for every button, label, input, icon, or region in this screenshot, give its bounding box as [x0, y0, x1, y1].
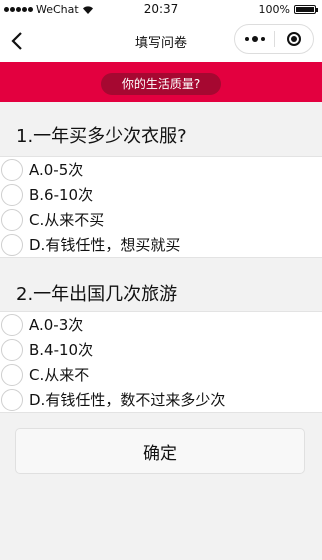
battery-icon: [294, 5, 318, 14]
close-button[interactable]: [275, 32, 313, 46]
option-q2-c[interactable]: C.从来不: [0, 362, 322, 387]
radio-button[interactable]: [1, 313, 23, 336]
question-2-options: A.0-3次 B.4-10次 C.从来不 D.有钱任性，数不过来多少次: [0, 311, 322, 413]
option-q1-b[interactable]: B.6-10次: [0, 182, 322, 207]
option-q2-d[interactable]: D.有钱任性，数不过来多少次: [0, 387, 322, 412]
option-label: A.0-3次: [29, 316, 84, 334]
radio-button[interactable]: [1, 183, 23, 206]
navigation-bar: 填写问卷: [0, 20, 322, 62]
option-q1-c[interactable]: C.从来不买: [0, 207, 322, 232]
option-label: A.0-5次: [29, 161, 84, 179]
submit-button[interactable]: 确定: [15, 428, 305, 474]
question-2-title: 2.一年出国几次旅游: [16, 284, 178, 305]
option-q2-b[interactable]: B.4-10次: [0, 337, 322, 362]
option-label: C.从来不: [29, 366, 90, 384]
battery-percent: 100%: [258, 3, 290, 16]
question-1-options: A.0-5次 B.6-10次 C.从来不买 D.有钱任性，想买就买: [0, 156, 322, 258]
more-button[interactable]: [235, 25, 274, 53]
radio-button[interactable]: [1, 338, 23, 361]
status-bar: WeChat 20:37 100%: [0, 0, 322, 20]
mini-program-capsule: [234, 24, 314, 54]
option-q2-a[interactable]: A.0-3次: [0, 312, 322, 337]
radio-button[interactable]: [1, 208, 23, 231]
target-icon: [287, 32, 301, 46]
option-label: D.有钱任性，数不过来多少次: [29, 391, 226, 409]
option-label: D.有钱任性，想买就买: [29, 236, 181, 254]
option-q1-d[interactable]: D.有钱任性，想买就买: [0, 232, 322, 257]
question-1-title: 1.一年买多少次衣服?: [16, 126, 187, 147]
radio-button[interactable]: [1, 158, 23, 181]
battery-group: 100%: [258, 3, 318, 16]
option-label: B.6-10次: [29, 186, 94, 204]
option-q1-a[interactable]: A.0-5次: [0, 157, 322, 182]
option-label: C.从来不买: [29, 211, 105, 229]
survey-title-badge: 你的生活质量?: [101, 73, 221, 95]
radio-button[interactable]: [1, 363, 23, 386]
radio-button[interactable]: [1, 233, 23, 256]
option-label: B.4-10次: [29, 341, 94, 359]
radio-button[interactable]: [1, 388, 23, 411]
header-banner: 你的生活质量?: [0, 62, 322, 102]
